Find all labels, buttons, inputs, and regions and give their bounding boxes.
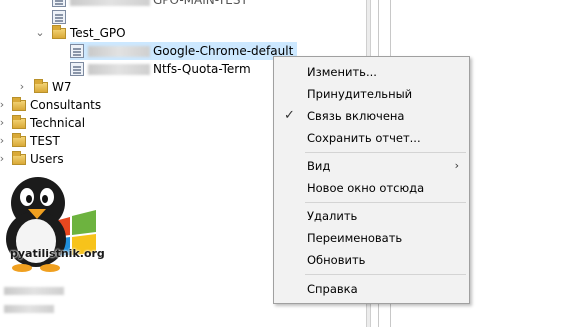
blurred-name: [4, 287, 64, 295]
chevron-right-icon[interactable]: ›: [0, 116, 8, 129]
tree-item-label: Ntfs-Quota-Term: [153, 62, 251, 76]
tree-item-top-partial[interactable]: GPO-MAIN-TEST: [52, 0, 248, 9]
menu-item-link-enabled[interactable]: ✓ Связь включена: [275, 105, 468, 127]
folder-icon: [52, 24, 66, 39]
blurred-name: [88, 63, 150, 75]
tree-item-consultants[interactable]: › Consultants: [0, 96, 101, 114]
menu-item-label: Сохранить отчет...: [307, 131, 421, 145]
menu-item-label: Обновить: [307, 253, 366, 267]
blurred-name: [4, 305, 54, 313]
tree-item-label: Consultants: [30, 98, 102, 112]
blurred-name: [88, 45, 150, 57]
blurred-name: [70, 0, 150, 6]
tree-item-label: W7: [52, 80, 72, 94]
menu-item-rename[interactable]: Переименовать: [275, 227, 468, 249]
menu-item-view[interactable]: Вид ›: [275, 155, 468, 177]
tree-item-blurred[interactable]: [4, 300, 57, 318]
menu-item-label: Принудительный: [307, 87, 413, 101]
tree-item-test-gpo[interactable]: ⌄ Test_GPO: [34, 24, 126, 42]
gpo-link-icon: [70, 44, 84, 58]
menu-item-label: Справка: [307, 282, 358, 296]
menu-item-enforced[interactable]: Принудительный: [275, 83, 468, 105]
site-logo: pyatilistnik.org: [0, 173, 105, 273]
menu-item-delete[interactable]: Удалить: [275, 205, 468, 227]
tree-item-label: TEST: [30, 134, 60, 148]
gpo-link-icon: [52, 0, 66, 7]
folder-icon: [12, 114, 26, 129]
gpo-link-icon: [70, 62, 84, 76]
menu-item-refresh[interactable]: Обновить: [275, 249, 468, 271]
tree-item-label: Users: [30, 152, 64, 166]
tree-item-label: Technical: [30, 116, 86, 130]
chevron-right-icon[interactable]: ›: [0, 152, 8, 165]
menu-item-label: Новое окно отсюда: [307, 181, 425, 195]
chevron-right-icon[interactable]: ›: [16, 80, 28, 93]
gpo-link-icon: [52, 10, 66, 24]
menu-item-label: Связь включена: [307, 109, 405, 123]
menu-separator: [305, 152, 466, 153]
folder-icon: [12, 96, 26, 111]
chevron-right-icon: ›: [454, 159, 459, 172]
context-menu: Изменить... Принудительный ✓ Связь включ…: [273, 56, 470, 304]
checkmark-icon: ✓: [284, 108, 295, 123]
menu-item-label: Удалить: [307, 209, 358, 223]
tree-item-google-chrome-default[interactable]: Google-Chrome-default: [70, 42, 298, 60]
chevron-right-icon[interactable]: ›: [0, 98, 8, 111]
tree-item-users[interactable]: › Users: [0, 150, 64, 168]
tree-item-test[interactable]: › TEST: [0, 132, 60, 150]
tree-item-label: GPO-MAIN-TEST: [153, 0, 248, 7]
tree-item-w7[interactable]: › W7: [16, 78, 72, 96]
folder-icon: [12, 150, 26, 165]
menu-item-label: Изменить...: [307, 65, 377, 79]
tree-item-technical[interactable]: › Technical: [0, 114, 85, 132]
menu-item-save-report[interactable]: Сохранить отчет...: [275, 127, 468, 149]
chevron-right-icon[interactable]: ›: [0, 134, 8, 147]
menu-item-edit[interactable]: Изменить...: [275, 61, 468, 83]
menu-separator: [305, 274, 466, 275]
logo-text: pyatilistnik.org: [10, 247, 105, 260]
tree-item-ntfs-quota-term[interactable]: Ntfs-Quota-Term: [70, 60, 251, 78]
menu-item-label: Переименовать: [307, 231, 403, 245]
menu-item-label: Вид: [307, 159, 331, 173]
menu-item-new-window[interactable]: Новое окно отсюда: [275, 177, 468, 199]
folder-icon: [12, 132, 26, 147]
menu-item-help[interactable]: Справка: [275, 278, 468, 300]
tree-item-blurred[interactable]: [4, 282, 67, 300]
menu-separator: [305, 202, 466, 203]
folder-icon: [34, 78, 48, 93]
tree-item-label: Test_GPO: [70, 26, 126, 40]
chevron-down-icon[interactable]: ⌄: [34, 26, 46, 39]
